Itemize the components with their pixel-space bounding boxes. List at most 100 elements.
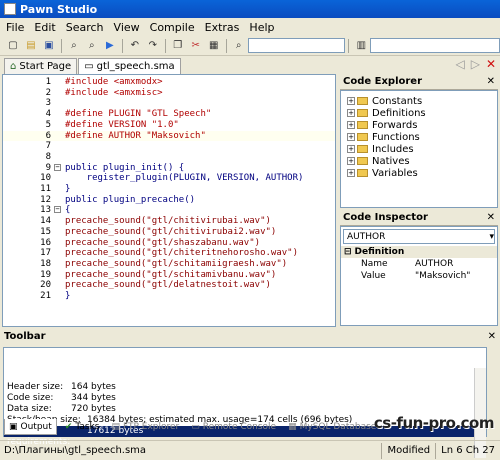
tree-item[interactable]: + Natives <box>341 155 497 167</box>
tree-item[interactable]: + Variables <box>341 167 497 179</box>
title-bar: Pawn Studio <box>0 0 500 18</box>
inspector-select[interactable]: AUTHOR ▾ <box>343 229 495 244</box>
status-path: D:\Плагины\gtl_speech.sma <box>4 445 147 456</box>
compile-icon[interactable]: ▶ <box>102 38 118 54</box>
menu-extras[interactable]: Extras <box>205 21 240 34</box>
row-key: Value <box>361 271 386 281</box>
code-line[interactable]: 19 precache_sound("gtl/schitamivbanu.wav"… <box>3 270 335 281</box>
row-value: AUTHOR <box>415 259 454 269</box>
arrow-left-icon[interactable]: ◁ <box>455 57 464 71</box>
expand-icon[interactable]: + <box>347 109 355 117</box>
tree-item-label: Natives <box>372 155 410 167</box>
line-number: 17 <box>40 248 51 259</box>
code-line[interactable]: 17 precache_sound("gtl/chiteritnehorosho.… <box>3 248 335 259</box>
fold-icon[interactable]: − <box>54 163 61 171</box>
database-icon: ▦ <box>288 422 297 432</box>
expand-icon[interactable]: + <box>347 169 355 177</box>
code-explorer-tree: + Constants + Definitions + Forwards + Function… <box>340 90 498 208</box>
expand-icon[interactable]: + <box>347 133 355 141</box>
panel-title: Code Explorer <box>343 76 423 87</box>
code-line[interactable]: 2 #include <amxmisc> <box>3 88 335 99</box>
folder-icon <box>357 169 368 177</box>
code-line[interactable]: 10 register_plugin(PLUGIN, VERSION, AUTH… <box>3 173 335 184</box>
expand-icon[interactable]: + <box>347 145 355 153</box>
bottom-tab[interactable]: ▭ Remote Console <box>187 419 280 435</box>
code-inspector-header: Code Inspector ✕ <box>340 210 498 226</box>
cut-icon[interactable]: ✂ <box>188 38 204 54</box>
menu-edit[interactable]: Edit <box>34 21 55 34</box>
code-line[interactable]: 21} <box>3 291 335 302</box>
tree-item[interactable]: + Forwards <box>341 119 497 131</box>
tab-start-page[interactable]: ⌂ Start Page <box>4 58 78 74</box>
code-line[interactable]: 6 #define AUTHOR "Maksovich" <box>3 130 335 142</box>
search-next-icon[interactable]: ⌕ <box>84 38 100 54</box>
arrow-right-icon[interactable]: ▷ <box>471 57 480 71</box>
code-line[interactable]: 12 public plugin_precache() <box>3 195 335 206</box>
tree-item-label: Includes <box>372 143 414 155</box>
expand-icon[interactable]: + <box>347 97 355 105</box>
tree-item[interactable]: + Functions <box>341 131 497 143</box>
panel-title: Toolbar <box>4 330 46 342</box>
menu-search[interactable]: Search <box>66 21 104 34</box>
undo-icon[interactable]: ↶ <box>127 38 143 54</box>
code-text: precache_sound("gtl/chitivirubai2.wav") <box>65 226 277 237</box>
close-icon[interactable]: ✕ <box>486 57 496 71</box>
code-line[interactable]: 9− public plugin_init() { <box>3 163 335 174</box>
code-text: precache_sound("gtl/schitamivbanu.wav") <box>65 269 277 280</box>
find-icon[interactable]: ⌕ <box>231 38 247 54</box>
expand-icon[interactable]: + <box>347 157 355 165</box>
bottom-tab[interactable]: ▦ MySQL Database <box>284 419 380 435</box>
new-file-icon[interactable]: ▢ <box>5 38 21 54</box>
code-line[interactable]: 18 precache_sound("gtl/schitamiigraesh.wa… <box>3 259 335 270</box>
tree-item[interactable]: + Includes <box>341 143 497 155</box>
redo-icon[interactable]: ↷ <box>145 38 161 54</box>
minus-icon[interactable]: ⊟ <box>344 247 352 257</box>
code-line[interactable]: 16 precache_sound("gtl/shaszabanu.wav") <box>3 238 335 249</box>
calculator-icon[interactable]: ▥ <box>353 38 369 54</box>
tree-item[interactable]: + Definitions <box>341 107 497 119</box>
tab-label: gtl_speech.sma <box>96 61 175 72</box>
panel-title: Code Inspector <box>343 212 428 223</box>
search-input[interactable] <box>247 38 346 53</box>
line-number: 4 <box>45 109 51 120</box>
paste-icon[interactable]: ▦ <box>206 38 222 54</box>
expand-icon[interactable]: + <box>347 121 355 129</box>
tree-item[interactable]: + Constants <box>341 95 497 107</box>
copy-icon[interactable]: ❐ <box>170 38 186 54</box>
goto-input[interactable] <box>370 38 500 53</box>
code-line[interactable]: 14 precache_sound("gtl/chitivirubai.wav") <box>3 216 335 227</box>
menu-compile[interactable]: Compile <box>150 21 195 34</box>
menu-help[interactable]: Help <box>249 21 274 34</box>
line-number: 1 <box>45 77 51 87</box>
close-icon[interactable]: ✕ <box>488 331 496 342</box>
code-line[interactable]: 7 <box>3 141 335 152</box>
menu-view[interactable]: View <box>114 21 140 34</box>
bottom-tab[interactable]: ✔ Tasks <box>61 419 104 435</box>
code-line[interactable]: 15 precache_sound("gtl/chitivirubai2.wav"… <box>3 227 335 238</box>
bottom-tab-label: FTP Explorer <box>122 422 180 432</box>
right-panel: Code Explorer ✕ + Constants + Definitions + F… <box>340 74 498 327</box>
code-text: public plugin_precache() <box>65 194 196 205</box>
code-line[interactable]: 3 <box>3 98 335 109</box>
bottom-tab[interactable]: ▣ Output <box>4 419 57 435</box>
tab-gtl-speech[interactable]: ▭ gtl_speech.sma <box>78 58 181 74</box>
code-editor[interactable]: 1 #include <amxmodx> 2 #include <amxmisc> 3 4… <box>2 74 336 327</box>
separator <box>60 38 62 53</box>
output-icon: ▣ <box>9 421 18 432</box>
code-line[interactable]: 1 #include <amxmodx> <box>3 77 335 88</box>
line-number: 9 <box>45 162 51 173</box>
code-line[interactable]: 11} <box>3 184 335 195</box>
save-icon[interactable]: ▣ <box>41 38 57 54</box>
code-line[interactable]: 13−{ <box>3 205 335 216</box>
code-line[interactable]: 8 <box>3 152 335 163</box>
search-icon[interactable]: ⌕ <box>66 38 82 54</box>
code-line[interactable]: 5 #define VERSION "1.0" <box>3 120 335 131</box>
fold-icon[interactable]: − <box>54 206 61 214</box>
bottom-tab[interactable]: ▤ FTP Explorer <box>107 419 183 435</box>
code-line[interactable]: 20 precache_sound("gtl/delatnestoit.wav") <box>3 280 335 291</box>
menu-file[interactable]: File <box>6 21 24 34</box>
open-file-icon[interactable]: ▤ <box>23 38 39 54</box>
close-icon[interactable]: ✕ <box>487 76 495 87</box>
close-icon[interactable]: ✕ <box>487 212 495 223</box>
code-line[interactable]: 4 #define PLUGIN "GTL Speech" <box>3 109 335 120</box>
